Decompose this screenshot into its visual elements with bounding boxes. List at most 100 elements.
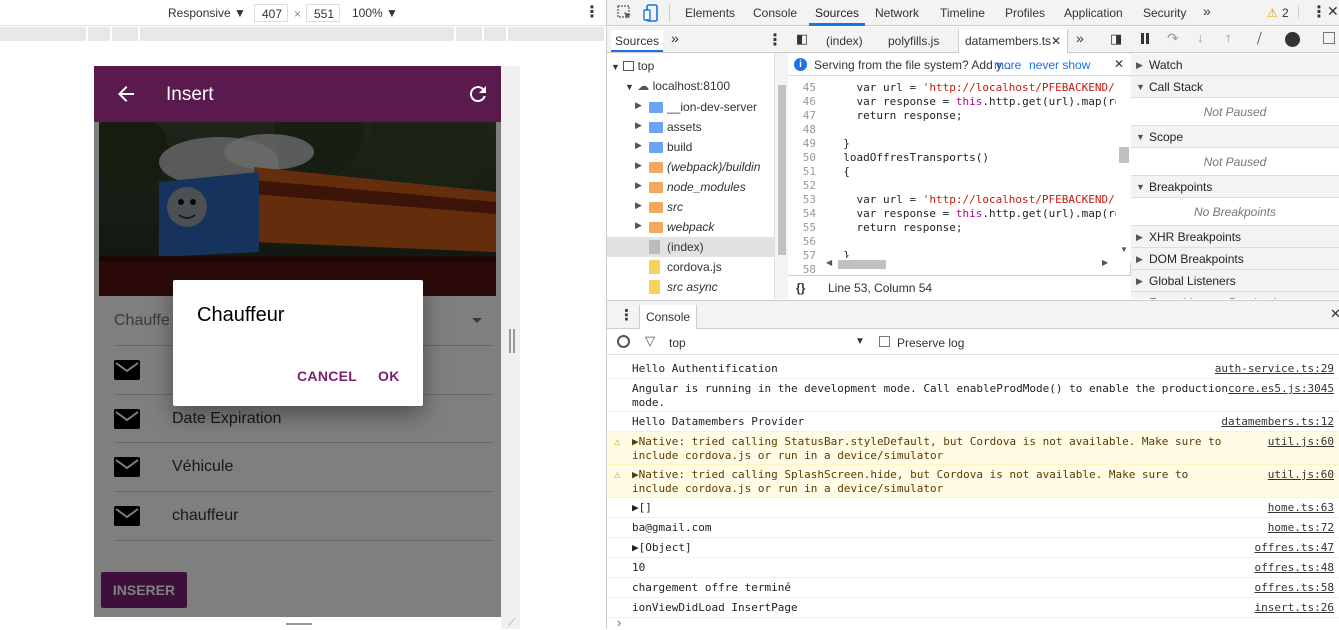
tree-item-folder[interactable]: ▶ src bbox=[607, 197, 774, 217]
console-message[interactable]: ▶[Object] offres.ts:47 bbox=[607, 538, 1339, 558]
dialog-ok-button[interactable]: OK bbox=[378, 368, 400, 384]
ruler-segment[interactable] bbox=[0, 27, 88, 41]
close-devtools-icon[interactable]: ✕ bbox=[1327, 3, 1339, 20]
code-line[interactable]: 52 bbox=[788, 179, 1108, 193]
line-number[interactable]: 57 bbox=[788, 249, 816, 263]
tab-profiles[interactable]: Profiles bbox=[1005, 6, 1045, 20]
tree-host[interactable]: ▼ ☁ localhost:8100 bbox=[625, 79, 730, 93]
more-tabs-chevron-icon[interactable]: » bbox=[1203, 3, 1211, 19]
warning-count[interactable]: 2 bbox=[1282, 6, 1289, 20]
debugger-section-header[interactable]: ▶ XHR Breakpoints bbox=[1131, 226, 1339, 248]
debugger-section-header[interactable]: ▼ Breakpoints bbox=[1131, 176, 1339, 198]
editor-hscrollbar[interactable]: ◀ ▶ bbox=[826, 258, 1116, 270]
back-arrow-icon[interactable] bbox=[114, 82, 138, 106]
devtools-menu-icon[interactable]: ⋮ bbox=[1311, 2, 1327, 22]
code-line[interactable]: 50 loadOffresTransports() bbox=[788, 151, 1108, 165]
debugger-section-header[interactable]: ▼ Call Stack bbox=[1131, 76, 1339, 98]
step-out-icon[interactable]: ↑ bbox=[1225, 30, 1232, 45]
source-link[interactable]: offres.ts:47 bbox=[1255, 541, 1334, 555]
inspect-element-icon[interactable] bbox=[617, 5, 633, 21]
warning-icon[interactable]: ⚠ bbox=[1267, 6, 1278, 20]
scrollbar-thumb[interactable] bbox=[838, 260, 886, 269]
console-message[interactable]: ionViewDidLoad InsertPage insert.ts:26 bbox=[607, 598, 1339, 618]
source-link[interactable]: util.js:60 bbox=[1268, 435, 1334, 449]
scrollbar-thumb[interactable] bbox=[1119, 147, 1129, 163]
context-select[interactable]: top ▼ bbox=[669, 336, 869, 350]
close-tab-icon[interactable]: ✕ bbox=[1051, 34, 1061, 48]
more-editor-tabs-icon[interactable]: » bbox=[1076, 30, 1084, 46]
code-line[interactable]: 51 { bbox=[788, 165, 1108, 179]
source-link[interactable]: util.js:60 bbox=[1268, 468, 1334, 482]
editor-tab-datamembers[interactable]: datamembers.ts ✕ bbox=[958, 29, 1068, 53]
tree-item-folder[interactable]: ▶ build bbox=[607, 137, 774, 157]
code-line[interactable]: 48 bbox=[788, 123, 1108, 137]
bottom-resize-handle[interactable] bbox=[286, 623, 312, 625]
tree-item-folder[interactable]: ▶ webpack bbox=[607, 217, 774, 237]
line-number[interactable]: 54 bbox=[788, 207, 816, 221]
line-number[interactable]: 55 bbox=[788, 221, 816, 235]
debugger-section-header[interactable]: ▶ Event Listener Breakpoints bbox=[1131, 292, 1339, 299]
console-message[interactable]: ▶[] home.ts:63 bbox=[607, 498, 1339, 518]
scroll-down-icon[interactable]: ▼ bbox=[1120, 245, 1128, 254]
pause-icon[interactable] bbox=[1141, 33, 1144, 44]
line-number[interactable]: 49 bbox=[788, 137, 816, 151]
tab-application[interactable]: Application bbox=[1064, 6, 1123, 20]
debugger-section-header[interactable]: ▼ Scope bbox=[1131, 126, 1339, 148]
drawer-menu-icon[interactable]: ⋮ bbox=[619, 306, 634, 324]
toggle-debugger-icon[interactable]: ◨ bbox=[1110, 31, 1122, 47]
pretty-print-icon[interactable]: {} bbox=[796, 281, 805, 295]
device-toolbar-icon[interactable] bbox=[643, 4, 659, 22]
tree-item-folder[interactable]: ▶ assets bbox=[607, 117, 774, 137]
code-line[interactable]: 46 var response = this.http.get(url).map… bbox=[788, 95, 1116, 109]
close-info-bar-icon[interactable]: ✕ bbox=[1114, 57, 1124, 71]
tab-elements[interactable]: Elements bbox=[685, 6, 735, 20]
console-message[interactable]: Hello Authentification auth-service.ts:29 bbox=[607, 359, 1339, 379]
close-drawer-icon[interactable]: ✕ bbox=[1330, 306, 1339, 322]
preserve-log-checkbox[interactable] bbox=[879, 336, 890, 347]
corner-resize-icon[interactable]: ⟋ bbox=[508, 618, 515, 629]
line-number[interactable]: 53 bbox=[788, 193, 816, 207]
code-line[interactable]: 49 } bbox=[788, 137, 1108, 151]
clear-console-icon[interactable] bbox=[617, 335, 630, 348]
tree-item-folder[interactable]: ▶ __ion-dev-server bbox=[607, 97, 774, 117]
step-into-icon[interactable]: ↓ bbox=[1197, 30, 1204, 45]
pause-on-exceptions-icon[interactable] bbox=[1285, 32, 1300, 47]
line-number[interactable]: 56 bbox=[788, 235, 816, 249]
code-line[interactable]: 54 var response = this.http.get(url).map… bbox=[788, 207, 1116, 221]
source-link[interactable]: home.ts:72 bbox=[1268, 521, 1334, 535]
tree-item-folder[interactable]: ▶ (webpack)/buildin bbox=[607, 157, 774, 177]
device-width-input[interactable]: 407 bbox=[254, 4, 288, 22]
zoom-select[interactable]: 100% ▼ bbox=[352, 6, 398, 20]
refresh-icon[interactable] bbox=[466, 82, 490, 106]
editor-tab-polyfills[interactable]: polyfills.js bbox=[888, 34, 939, 48]
console-message[interactable]: ba@gmail.com home.ts:72 bbox=[607, 518, 1339, 538]
ruler-segment[interactable] bbox=[88, 27, 112, 41]
line-number[interactable]: 45 bbox=[788, 81, 816, 95]
code-line[interactable]: 56 bbox=[788, 235, 1108, 249]
line-number[interactable]: 46 bbox=[788, 95, 816, 109]
tree-top[interactable]: ▼ top bbox=[611, 59, 654, 73]
console-prompt-icon[interactable]: › bbox=[617, 615, 621, 630]
tab-sources[interactable]: Sources bbox=[815, 6, 859, 20]
scroll-left-icon[interactable]: ◀ bbox=[826, 258, 832, 267]
device-mode-select[interactable]: Responsive ▼ bbox=[168, 6, 246, 20]
line-number[interactable]: 47 bbox=[788, 109, 816, 123]
tree-item-file[interactable]: (index) bbox=[607, 237, 774, 257]
debugger-section-header[interactable]: ▶ Watch bbox=[1131, 54, 1339, 76]
info-never-show-link[interactable]: never show bbox=[1029, 58, 1090, 72]
source-link[interactable]: offres.ts:48 bbox=[1255, 561, 1334, 575]
tab-console[interactable]: Console bbox=[753, 6, 797, 20]
scroll-right-icon[interactable]: ▶ bbox=[1102, 258, 1108, 267]
console-message[interactable]: Hello Datamembers Provider datamembers.ts… bbox=[607, 412, 1339, 432]
source-link[interactable]: insert.ts:26 bbox=[1255, 601, 1334, 615]
info-more-link[interactable]: more bbox=[994, 58, 1021, 72]
editor-vscrollbar[interactable]: ▼ bbox=[1116, 77, 1131, 263]
source-link[interactable]: auth-service.ts:29 bbox=[1215, 362, 1334, 376]
debugger-section-header[interactable]: ▶ DOM Breakpoints bbox=[1131, 248, 1339, 270]
tree-item-folder[interactable]: ▶ node_modules bbox=[607, 177, 774, 197]
ruler-segment[interactable] bbox=[484, 27, 508, 41]
line-number[interactable]: 50 bbox=[788, 151, 816, 165]
editor-tab-index[interactable]: (index) bbox=[826, 34, 863, 48]
console-message[interactable]: chargement offre terminé offres.ts:58 bbox=[607, 578, 1339, 598]
async-checkbox[interactable] bbox=[1323, 32, 1335, 44]
